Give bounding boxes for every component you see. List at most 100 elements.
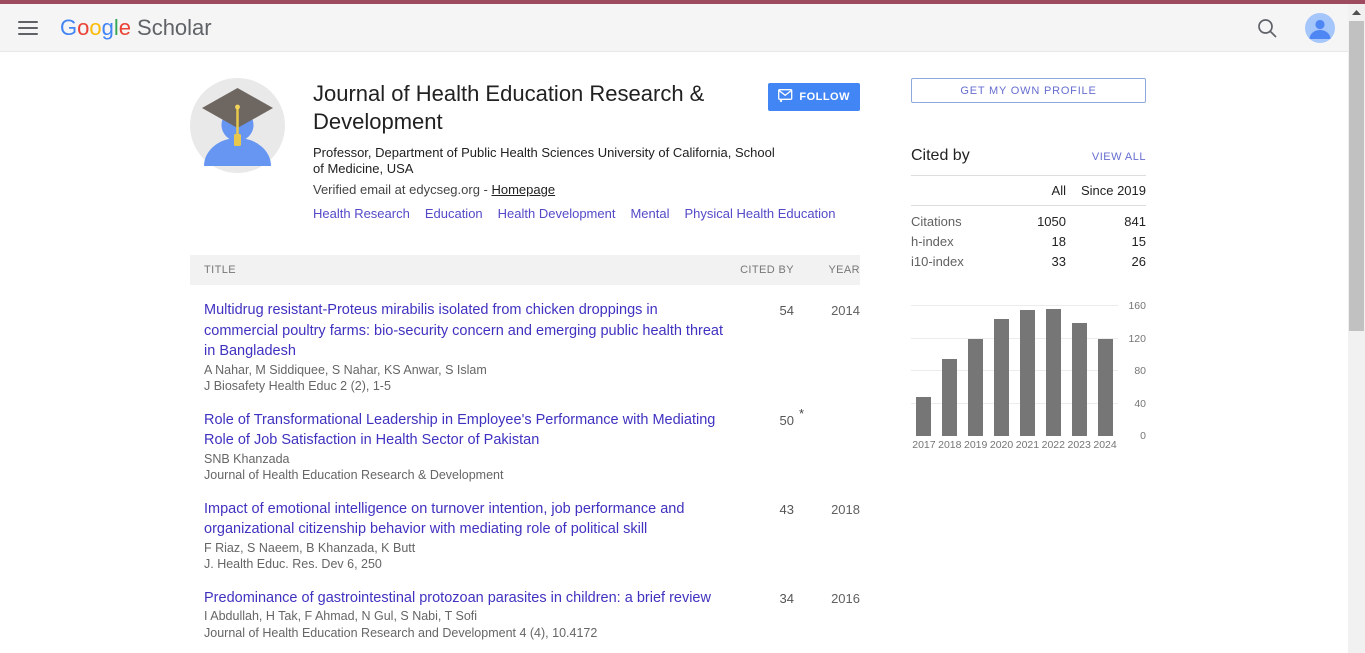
cited-by-count[interactable]: 43 xyxy=(730,499,794,573)
cited-by-panel: Cited by VIEW ALL All Since 2019 Citatio… xyxy=(911,147,1146,454)
scholar-logo-text: Scholar xyxy=(137,15,212,41)
publication-venue: J. Health Educ. Res. Dev 6, 250 xyxy=(204,557,730,573)
interest-tag-link[interactable]: Education xyxy=(425,206,483,221)
chart-bar[interactable] xyxy=(968,339,983,436)
logo-letter: o xyxy=(77,15,89,40)
publications-table: TITLE CITED BY YEAR Multidrug resistant-… xyxy=(190,255,860,653)
citation-stat-row: Citations1050841 xyxy=(911,210,1146,230)
stats-column-since: Since 2019 xyxy=(1066,183,1146,198)
follow-envelope-icon xyxy=(778,89,793,105)
profile-section: Journal of Health Education Research & D… xyxy=(190,78,860,221)
chart-x-tick: 2022 xyxy=(1040,439,1066,451)
account-avatar[interactable] xyxy=(1305,13,1335,43)
chart-bar[interactable] xyxy=(1046,309,1061,436)
get-my-own-profile-button[interactable]: GET MY OWN PROFILE xyxy=(911,78,1146,103)
follow-label: FOLLOW xyxy=(799,91,850,103)
interest-tag-link[interactable]: Physical Health Education xyxy=(684,206,835,221)
follow-button[interactable]: FOLLOW xyxy=(768,83,860,111)
cited-by-number[interactable]: 50 xyxy=(780,413,794,428)
cited-by-number[interactable]: 34 xyxy=(780,591,794,606)
logo-letter: g xyxy=(102,15,114,40)
chart-bar[interactable] xyxy=(916,397,931,436)
stats-column-all: All xyxy=(1006,183,1066,198)
interest-tags: Health Research Education Health Developme… xyxy=(313,206,860,221)
column-header-year[interactable]: YEAR xyxy=(794,264,860,276)
stat-value-since: 841 xyxy=(1066,214,1146,230)
profile-name: Journal of Health Education Research & D… xyxy=(313,80,748,136)
publication-title-cell: Predominance of gastrointestinal protozo… xyxy=(190,588,730,642)
menu-icon[interactable] xyxy=(18,21,38,35)
profile-affiliation: Professor, Department of Public Health S… xyxy=(313,145,783,176)
profile-photo[interactable] xyxy=(190,78,285,173)
publication-authors: A Nahar, M Siddiquee, S Nahar, KS Anwar,… xyxy=(204,363,730,379)
chart-y-tick: 120 xyxy=(1128,333,1146,345)
publication-title-link[interactable]: Impact of emotional intelligence on turn… xyxy=(204,499,730,540)
publication-authors: SNB Khanzada xyxy=(204,452,730,468)
stat-value-all: 1050 xyxy=(1006,214,1066,230)
chart-x-tick: 2023 xyxy=(1066,439,1092,451)
chart-y-tick: 40 xyxy=(1134,398,1146,410)
chart-bar-slot xyxy=(937,306,963,436)
cited-by-asterisk: * xyxy=(799,406,804,421)
chart-y-tick: 160 xyxy=(1128,300,1146,312)
chart-bar[interactable] xyxy=(994,319,1009,436)
cited-by-count[interactable]: 54 xyxy=(730,300,794,395)
cited-by-count[interactable]: 50* xyxy=(730,410,794,484)
interest-tag-link[interactable]: Health Research xyxy=(313,206,410,221)
chart-bar-slot xyxy=(989,306,1015,436)
search-icon[interactable] xyxy=(1255,16,1279,40)
chart-x-tick: 2024 xyxy=(1092,439,1118,451)
stat-value-all: 33 xyxy=(1006,254,1066,270)
publication-venue: Journal of Health Education Research and… xyxy=(204,626,730,642)
cited-by-count[interactable]: 34 xyxy=(730,588,794,642)
publication-title-link[interactable]: Multidrug resistant-Proteus mirabilis is… xyxy=(204,300,730,362)
cited-by-number[interactable]: 54 xyxy=(780,303,794,318)
scrollbar-thumb[interactable] xyxy=(1349,21,1364,331)
chart-x-tick: 2017 xyxy=(911,439,937,451)
chart-x-tick: 2021 xyxy=(1015,439,1041,451)
chart-bar[interactable] xyxy=(1020,310,1035,436)
cited-by-title: Cited by xyxy=(911,147,970,165)
stat-label: Citations xyxy=(911,214,1006,230)
stat-value-since: 26 xyxy=(1066,254,1146,270)
chart-bar[interactable] xyxy=(1098,339,1113,436)
chart-x-tick: 2019 xyxy=(963,439,989,451)
publication-row: Role of Transformational Leadership in E… xyxy=(190,395,860,484)
chart-bar[interactable] xyxy=(1072,323,1087,436)
page-content: Journal of Health Education Research & D… xyxy=(0,52,1365,653)
publication-row: Multidrug resistant-Proteus mirabilis is… xyxy=(190,285,860,395)
publication-year: 2016 xyxy=(794,588,860,642)
interest-tag-link[interactable]: Mental xyxy=(630,206,669,221)
stat-label: h-index xyxy=(911,234,1006,250)
verified-email-text: Verified email at edycseg.org - xyxy=(313,182,491,197)
scrollbar-up-arrow[interactable] xyxy=(1348,4,1365,21)
google-scholar-logo[interactable]: Google Scholar xyxy=(60,15,212,41)
citation-stat-row: i10-index3326 xyxy=(911,250,1146,270)
homepage-link[interactable]: Homepage xyxy=(491,182,555,197)
vertical-scrollbar[interactable] xyxy=(1348,4,1365,653)
publication-year: 2018 xyxy=(794,499,860,573)
interest-tag-link[interactable]: Health Development xyxy=(498,206,616,221)
publication-venue: J Biosafety Health Educ 2 (2), 1-5 xyxy=(204,379,730,395)
app-header: Google Scholar xyxy=(0,4,1365,52)
view-all-link[interactable]: VIEW ALL xyxy=(1092,151,1146,163)
publication-year: 2014 xyxy=(794,300,860,395)
logo-letter: o xyxy=(89,15,101,40)
column-header-cited-by[interactable]: CITED BY xyxy=(730,264,794,276)
citations-per-year-chart: 20172018201920202021202220232024 0408012… xyxy=(911,306,1146,454)
chart-bar-slot xyxy=(1092,306,1118,436)
column-header-title[interactable]: TITLE xyxy=(190,264,730,276)
chart-bar-slot xyxy=(963,306,989,436)
chart-y-tick: 80 xyxy=(1134,365,1146,377)
publication-title-link[interactable]: Predominance of gastrointestinal protozo… xyxy=(204,588,730,609)
cited-by-number[interactable]: 43 xyxy=(780,502,794,517)
chart-y-tick: 0 xyxy=(1140,430,1146,442)
stat-label: i10-index xyxy=(911,254,1006,270)
chart-bar[interactable] xyxy=(942,359,957,436)
publication-row: An assessment of effectiveness of drug r… xyxy=(190,641,860,653)
chart-x-tick: 2020 xyxy=(989,439,1015,451)
publication-venue: Journal of Health Education Research & D… xyxy=(204,468,730,484)
publication-authors: F Riaz, S Naeem, B Khanzada, K Butt xyxy=(204,541,730,557)
publication-title-link[interactable]: Role of Transformational Leadership in E… xyxy=(204,410,730,451)
citation-stat-row: h-index1815 xyxy=(911,230,1146,250)
